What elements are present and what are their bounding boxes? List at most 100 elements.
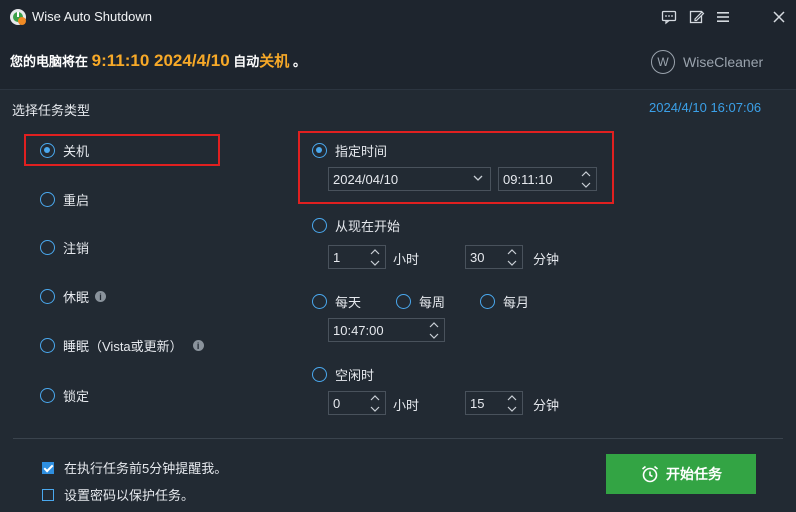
radio-label: 锁定 — [63, 389, 90, 404]
chevron-up-icon[interactable] — [507, 393, 517, 402]
chevron-up-icon[interactable] — [507, 247, 517, 256]
radio-label: 睡眠（Vista或更新） — [63, 339, 183, 354]
idle-hours-stepper[interactable]: 0 — [328, 391, 386, 415]
info-icon[interactable]: i — [95, 291, 107, 302]
wisecleaner-brand[interactable]: W WiseCleaner — [651, 50, 763, 74]
from-now-hours-stepper[interactable]: 1 — [328, 245, 386, 269]
chevron-down-icon[interactable] — [370, 258, 380, 267]
chevron-up-icon[interactable] — [581, 169, 591, 178]
radio-dot — [312, 143, 327, 158]
radio-label: 每周 — [419, 295, 446, 310]
date-dropdown[interactable]: 2024/04/10 — [328, 167, 491, 191]
chevron-up-icon[interactable] — [429, 320, 439, 329]
recurring-time-stepper[interactable]: 10:47:00 — [328, 318, 445, 342]
minutes-unit-label: 分钟 — [533, 252, 560, 267]
remind-checkbox[interactable]: 在执行任务前5分钟提醒我。 — [42, 458, 227, 477]
chevron-up-icon[interactable] — [370, 247, 380, 256]
password-checkbox[interactable]: 设置密码以保护任务。 — [42, 485, 194, 504]
wisecleaner-logo-icon: W — [651, 50, 675, 74]
chevron-down-icon[interactable] — [507, 404, 517, 413]
spin-buttons[interactable] — [504, 393, 520, 413]
radio-label: 关机 — [63, 144, 90, 159]
radio-hibernate[interactable]: 休眠 i — [40, 287, 107, 306]
banner-suffix: 。 — [292, 54, 306, 69]
chevron-down-icon[interactable] — [581, 180, 591, 189]
radio-specific-time[interactable]: 指定时间 — [312, 141, 387, 160]
start-task-button[interactable]: 开始任务 — [606, 454, 756, 494]
radio-label: 空闲时 — [335, 368, 375, 383]
footer-divider — [13, 438, 783, 439]
radio-dot — [480, 294, 495, 309]
start-button-label: 开始任务 — [666, 466, 722, 482]
radio-dot — [40, 388, 55, 403]
stepper-value: 1 — [333, 249, 341, 265]
idle-minutes-stepper[interactable]: 15 — [465, 391, 523, 415]
scheduled-action: 关机 — [259, 53, 290, 70]
radio-from-now[interactable]: 从现在开始 — [312, 216, 400, 235]
date-value: 2024/04/10 — [333, 171, 399, 187]
banner-prefix: 您的电脑将在 — [10, 54, 89, 69]
from-now-minutes-stepper[interactable]: 30 — [465, 245, 523, 269]
chevron-down-icon — [472, 172, 484, 187]
close-icon[interactable] — [770, 8, 788, 26]
chevron-down-icon[interactable] — [507, 258, 517, 267]
stepper-value: 30 — [470, 249, 485, 265]
radio-label: 每月 — [503, 295, 530, 310]
checkbox-box — [42, 461, 54, 474]
feedback-icon[interactable] — [660, 8, 678, 26]
app-title: Wise Auto Shutdown — [32, 9, 152, 24]
task-type-label: 选择任务类型 — [12, 103, 91, 118]
time-value: 09:11:10 — [503, 171, 553, 187]
stepper-value: 15 — [470, 395, 485, 411]
radio-monthly[interactable]: 每月 — [480, 292, 529, 311]
scheduled-time: 9:11:10 2024/4/10 — [91, 51, 230, 70]
radio-dot — [40, 143, 55, 158]
radio-dot — [396, 294, 411, 309]
menu-icon[interactable] — [714, 8, 732, 26]
brand-name: WiseCleaner — [683, 54, 764, 70]
stepper-value: 10:47:00 — [333, 322, 384, 338]
spin-buttons[interactable] — [367, 393, 383, 413]
spin-buttons[interactable] — [426, 320, 442, 340]
shutdown-banner: 您的电脑将在 9:11:10 2024/4/10 自动关机 。 W WiseCl… — [0, 34, 796, 90]
radio-lock[interactable]: 锁定 — [40, 386, 89, 405]
alarm-clock-icon — [641, 465, 659, 483]
banner-mid: 自动 — [233, 54, 260, 69]
spin-buttons[interactable] — [367, 247, 383, 267]
info-icon[interactable]: i — [192, 340, 204, 351]
radio-label: 指定时间 — [335, 144, 388, 159]
radio-label: 休眠 — [63, 290, 90, 305]
radio-weekly[interactable]: 每周 — [396, 292, 445, 311]
radio-idle[interactable]: 空闲时 — [312, 365, 374, 384]
title-bar: Wise Auto Shutdown — [0, 0, 796, 34]
radio-dot — [312, 367, 327, 382]
banner-message: 您的电脑将在 9:11:10 2024/4/10 自动关机 。 — [10, 50, 306, 71]
radio-sleep[interactable]: 睡眠（Vista或更新） i — [40, 336, 204, 355]
minutes-unit-label: 分钟 — [533, 398, 560, 413]
radio-dot — [312, 294, 327, 309]
checkbox-box — [42, 488, 54, 501]
radio-logoff[interactable]: 注销 — [40, 238, 89, 257]
chevron-down-icon[interactable] — [429, 331, 439, 340]
checkbox-label: 在执行任务前5分钟提醒我。 — [64, 461, 228, 476]
current-datetime: 2024/4/10 16:07:06 — [649, 100, 762, 115]
chevron-up-icon[interactable] — [370, 393, 380, 402]
radio-dot — [40, 240, 55, 255]
radio-restart[interactable]: 重启 — [40, 190, 89, 209]
chevron-down-icon[interactable] — [370, 404, 380, 413]
spin-buttons[interactable] — [578, 169, 594, 189]
time-stepper[interactable]: 09:11:10 — [498, 167, 597, 191]
app-logo-icon — [9, 8, 27, 26]
spin-buttons[interactable] — [504, 247, 520, 267]
radio-shutdown[interactable]: 关机 — [40, 141, 89, 160]
radio-label: 注销 — [63, 241, 90, 256]
stepper-value: 0 — [333, 395, 341, 411]
edit-icon[interactable] — [688, 8, 706, 26]
radio-label: 重启 — [63, 193, 90, 208]
radio-dot — [40, 289, 55, 304]
hours-unit-label: 小时 — [393, 398, 420, 413]
radio-dot — [40, 338, 55, 353]
radio-dot — [312, 218, 327, 233]
radio-label: 从现在开始 — [335, 219, 401, 234]
radio-daily[interactable]: 每天 — [312, 292, 361, 311]
